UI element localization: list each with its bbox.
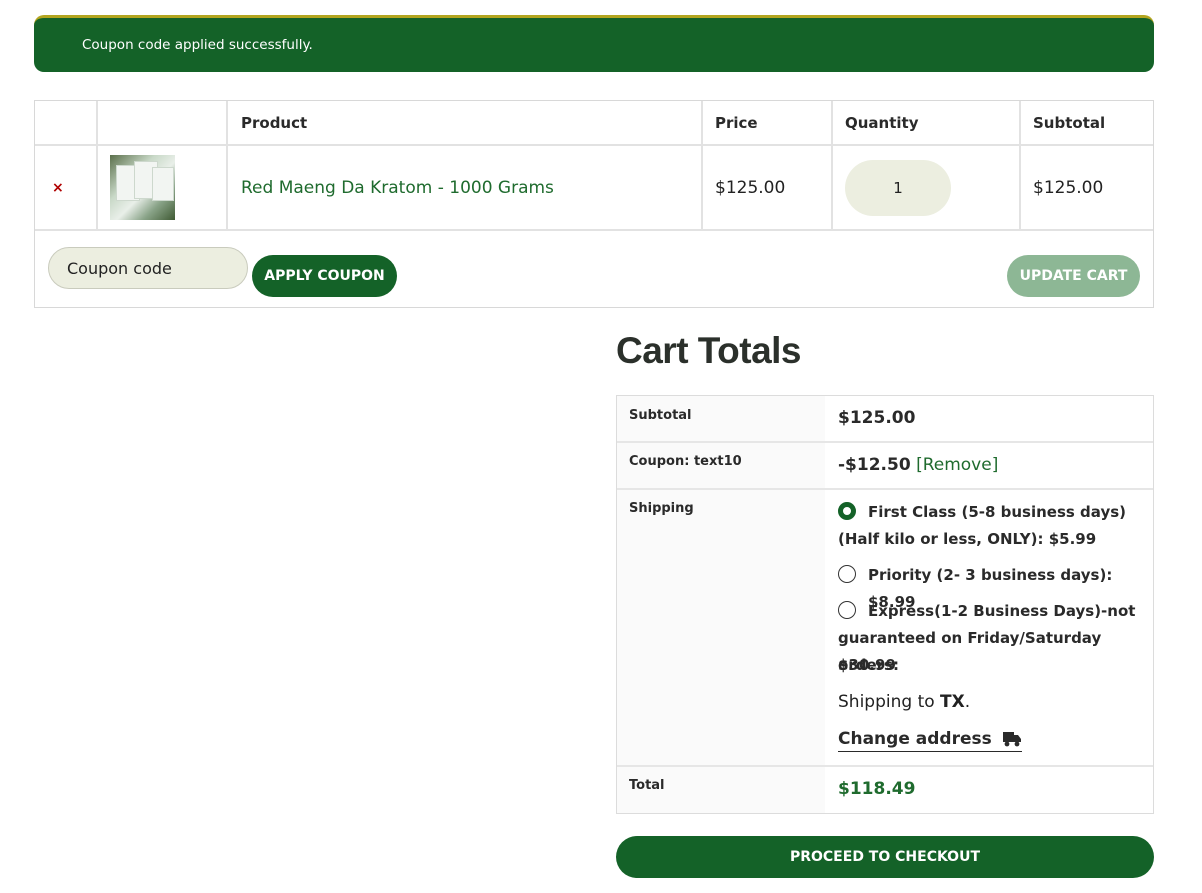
- truck-icon: [1002, 730, 1022, 748]
- coupon-label: Coupon: text10: [629, 454, 742, 469]
- apply-coupon-button[interactable]: APPLY COUPON: [252, 255, 397, 297]
- column-divider: [226, 101, 228, 230]
- shipping-destination: Shipping to TX.: [838, 692, 971, 712]
- item-subtotal: $125.00: [1033, 177, 1104, 198]
- shipping-option-first-class-line1[interactable]: First Class (5-8 business days): [868, 499, 1126, 526]
- header-price: Price: [715, 113, 758, 132]
- product-thumbnail[interactable]: [110, 146, 175, 229]
- notice-message: Coupon code applied successfully.: [82, 37, 313, 53]
- product-name: Red Maeng Da Kratom - 1000 Grams: [241, 177, 554, 198]
- row-divider: [35, 229, 1153, 231]
- shipping-option-first-class-line2[interactable]: (Half kilo or less, ONLY): $5.99: [838, 526, 1096, 553]
- shipping-state: TX: [940, 692, 965, 712]
- remove-coupon-link[interactable]: [Remove]: [916, 455, 998, 475]
- total-label: Total: [629, 778, 665, 793]
- shipping-radio-first-class[interactable]: [838, 502, 856, 520]
- item-price: $125.00: [715, 177, 786, 198]
- column-divider: [1019, 101, 1021, 230]
- shipping-option-express-line3[interactable]: $30.99: [838, 652, 896, 679]
- product-name-link[interactable]: Red Maeng Da Kratom - 1000 Grams: [241, 146, 554, 229]
- coupon-discount: -$12.50: [838, 455, 911, 475]
- header-quantity: Quantity: [845, 113, 919, 132]
- cart-table: Product Price Quantity Subtotal × Red Ma…: [34, 100, 1154, 308]
- cart-totals-table: Subtotal $125.00 Coupon: text10 -$12.50 …: [616, 395, 1154, 814]
- shipping-radio-priority[interactable]: [838, 565, 856, 583]
- cart-totals-title: Cart Totals: [616, 330, 802, 371]
- total-value: $118.49: [838, 779, 916, 799]
- proceed-to-checkout-button[interactable]: PROCEED TO CHECKOUT: [616, 836, 1154, 878]
- remove-item-button[interactable]: ×: [52, 146, 64, 229]
- coupon-code-input[interactable]: Coupon code: [48, 247, 248, 289]
- quantity-input[interactable]: 1: [845, 159, 951, 216]
- column-divider: [701, 101, 703, 230]
- subtotal-value: $125.00: [838, 408, 916, 428]
- header-subtotal: Subtotal: [1033, 113, 1106, 132]
- change-address-link[interactable]: Change address: [838, 729, 1022, 752]
- row-divider: [617, 441, 1153, 443]
- shipping-radio-express[interactable]: [838, 601, 856, 619]
- product-image: [110, 155, 175, 220]
- column-divider: [96, 101, 98, 230]
- shipping-label: Shipping: [629, 501, 694, 516]
- header-product: Product: [241, 113, 308, 132]
- update-cart-button[interactable]: UPDATE CART: [1007, 255, 1140, 297]
- shipping-option-express-line1[interactable]: Express(1-2 Business Days)-not: [868, 598, 1135, 625]
- success-notice: Coupon code applied successfully.: [34, 15, 1154, 72]
- row-divider: [617, 765, 1153, 767]
- row-divider: [35, 144, 1153, 146]
- subtotal-label: Subtotal: [629, 408, 692, 423]
- coupon-row: -$12.50 [Remove]: [838, 455, 998, 475]
- row-divider: [617, 488, 1153, 490]
- close-icon: ×: [52, 179, 64, 196]
- quantity-cell: 1: [845, 146, 951, 229]
- column-divider: [831, 101, 833, 230]
